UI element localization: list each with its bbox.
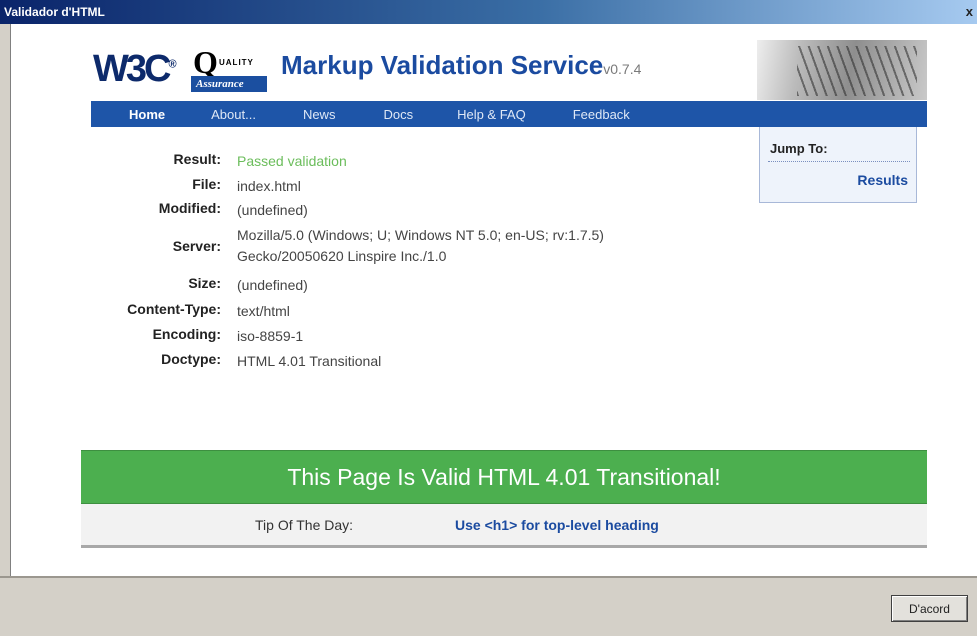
nav-docs[interactable]: Docs xyxy=(383,107,413,122)
content-type-label: Content-Type: xyxy=(127,301,221,317)
w3c-logo-text: W3C xyxy=(93,48,171,90)
main-nav: Home About... News Docs Help & FAQ Feedb… xyxy=(91,101,927,127)
w3c-logo[interactable]: W3C® xyxy=(93,48,177,91)
nav-news[interactable]: News xyxy=(303,107,336,122)
jump-to-title: Jump To: xyxy=(770,141,828,156)
service-title: Markup Validation Servicev0.7.4 xyxy=(281,50,641,81)
tip-of-the-day: Tip Of The Day: Use <h1> for top-level h… xyxy=(81,504,927,548)
qa-logo[interactable]: Q UALITY Assurance xyxy=(191,44,267,92)
dialog-footer xyxy=(0,576,977,636)
validator-content: W3C® Q UALITY Assurance Markup Validatio… xyxy=(10,24,977,576)
jump-to-divider xyxy=(768,161,910,162)
size-label: Size: xyxy=(188,275,221,291)
tip-link[interactable]: Use <h1> for top-level heading xyxy=(455,517,659,533)
content-type-value: text/html xyxy=(237,303,290,319)
jump-to-results-link[interactable]: Results xyxy=(857,172,908,188)
file-value: index.html xyxy=(237,178,301,194)
server-label: Server: xyxy=(172,238,221,254)
file-label: File: xyxy=(192,176,221,192)
result-value: Passed validation xyxy=(237,153,347,169)
validator-banner: W3C® Q UALITY Assurance Markup Validatio… xyxy=(81,40,927,100)
banner-tree-image xyxy=(757,40,927,100)
nav-about[interactable]: About... xyxy=(211,107,256,122)
doctype-label: Doctype: xyxy=(161,351,221,367)
result-label: Result: xyxy=(173,151,221,167)
server-value-line2: Gecko/20050620 Linspire Inc./1.0 xyxy=(237,248,447,264)
close-icon[interactable]: x xyxy=(966,0,973,24)
qa-logo-quality: UALITY xyxy=(219,58,254,67)
tip-label: Tip Of The Day: xyxy=(255,517,354,533)
encoding-value: iso-8859-1 xyxy=(237,328,304,344)
registered-mark: ® xyxy=(168,58,177,71)
doctype-value: HTML 4.01 Transitional xyxy=(237,353,382,369)
nav-feedback[interactable]: Feedback xyxy=(573,107,630,122)
valid-status-banner: This Page Is Valid HTML 4.01 Transitiona… xyxy=(81,450,927,504)
window-title: Validador d'HTML xyxy=(4,5,105,19)
window-titlebar: Validador d'HTML x xyxy=(0,0,977,24)
qa-logo-assurance: Assurance xyxy=(191,76,267,92)
ok-button[interactable]: D'acord xyxy=(891,595,968,622)
server-value-line1: Mozilla/5.0 (Windows; U; Windows NT 5.0;… xyxy=(237,227,604,243)
modified-value: (undefined) xyxy=(237,202,308,218)
nav-help-faq[interactable]: Help & FAQ xyxy=(457,107,526,122)
modified-label: Modified: xyxy=(158,200,221,216)
service-title-text: Markup Validation Service xyxy=(281,50,604,80)
jump-to-box: Jump To: Results xyxy=(759,127,917,203)
nav-home[interactable]: Home xyxy=(129,107,165,122)
size-value: (undefined) xyxy=(237,277,308,293)
encoding-label: Encoding: xyxy=(152,326,221,342)
service-version: v0.7.4 xyxy=(603,61,642,77)
